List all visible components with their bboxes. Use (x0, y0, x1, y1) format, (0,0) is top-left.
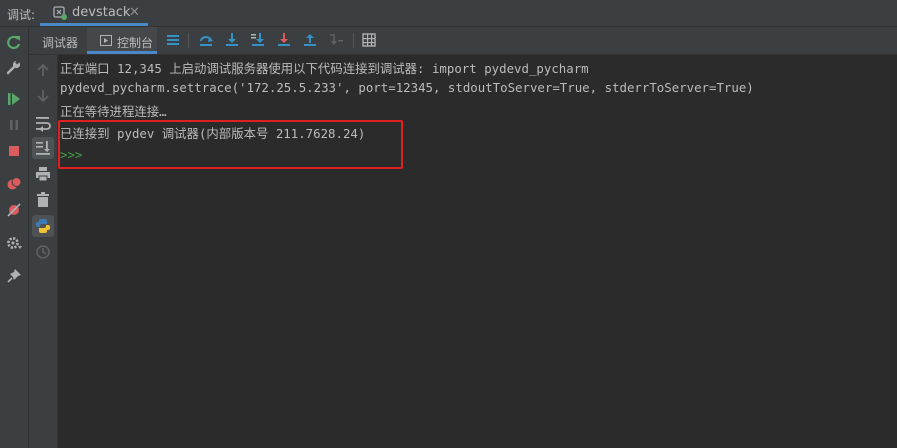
trash-icon[interactable] (34, 191, 52, 209)
active-tab-indicator (40, 23, 148, 26)
evaluate-expression-icon[interactable] (361, 32, 377, 48)
python-run-config-icon (53, 6, 67, 20)
toolbar-separator (188, 33, 189, 48)
pause-icon[interactable] (5, 116, 23, 134)
python-console-toggle[interactable] (32, 215, 54, 237)
console-line: pydevd_pycharm.settrace('172.25.5.233', … (60, 80, 754, 95)
mute-breakpoints-icon[interactable] (5, 201, 23, 219)
down-arrow-icon[interactable] (34, 87, 52, 105)
show-execution-point-icon[interactable] (198, 32, 214, 48)
rerun-icon[interactable] (5, 34, 23, 52)
soft-wrap-icon[interactable] (34, 114, 52, 132)
tab-debugger[interactable]: 调试器 (29, 27, 87, 54)
scroll-to-end-icon (36, 141, 50, 155)
active-tab-indicator (87, 51, 157, 54)
print-icon[interactable] (34, 165, 52, 183)
close-icon[interactable]: ✕ (129, 5, 140, 20)
settings-icon[interactable] (5, 234, 23, 252)
tab-console-label: 控制台 (117, 36, 154, 50)
debug-side-toolbar (0, 27, 29, 448)
step-out-icon[interactable] (302, 32, 318, 48)
scroll-to-end-toggle[interactable] (32, 137, 54, 159)
console-side-toolbar (29, 55, 58, 448)
step-into-icon[interactable] (250, 32, 266, 48)
run-to-cursor-icon[interactable] (328, 32, 344, 48)
step-into-my-code-icon[interactable] (276, 32, 292, 48)
tool-window-title: 调试: (7, 8, 36, 22)
console-output[interactable]: 正在端口 12,345 上启动调试服务器使用以下代码连接到调试器: import… (58, 55, 897, 448)
console-line: 正在等待进程连接… (60, 104, 167, 119)
up-arrow-icon[interactable] (34, 61, 52, 79)
toolbar-separator (353, 33, 354, 48)
tab-debugger-label: 调试器 (42, 36, 79, 50)
debug-subtabs-bar: 调试器 控制台 (29, 27, 897, 55)
resume-icon[interactable] (5, 90, 23, 108)
pin-icon[interactable] (5, 267, 23, 285)
history-icon[interactable] (34, 243, 52, 261)
wrench-icon[interactable] (5, 58, 23, 76)
tool-window-title-bar: 调试: devstack ✕ (0, 0, 897, 27)
view-breakpoints-icon[interactable] (5, 175, 23, 193)
tab-console[interactable]: 控制台 (87, 27, 157, 54)
highlight-box (58, 120, 403, 169)
menu-icon[interactable] (165, 32, 181, 48)
console-icon (100, 35, 112, 46)
stop-icon[interactable] (5, 142, 23, 160)
step-over-icon[interactable] (224, 32, 240, 48)
console-line: 正在端口 12,345 上启动调试服务器使用以下代码连接到调试器: import… (60, 61, 589, 76)
run-config-tab-label: devstack (72, 5, 131, 20)
python-console-icon (36, 219, 50, 233)
